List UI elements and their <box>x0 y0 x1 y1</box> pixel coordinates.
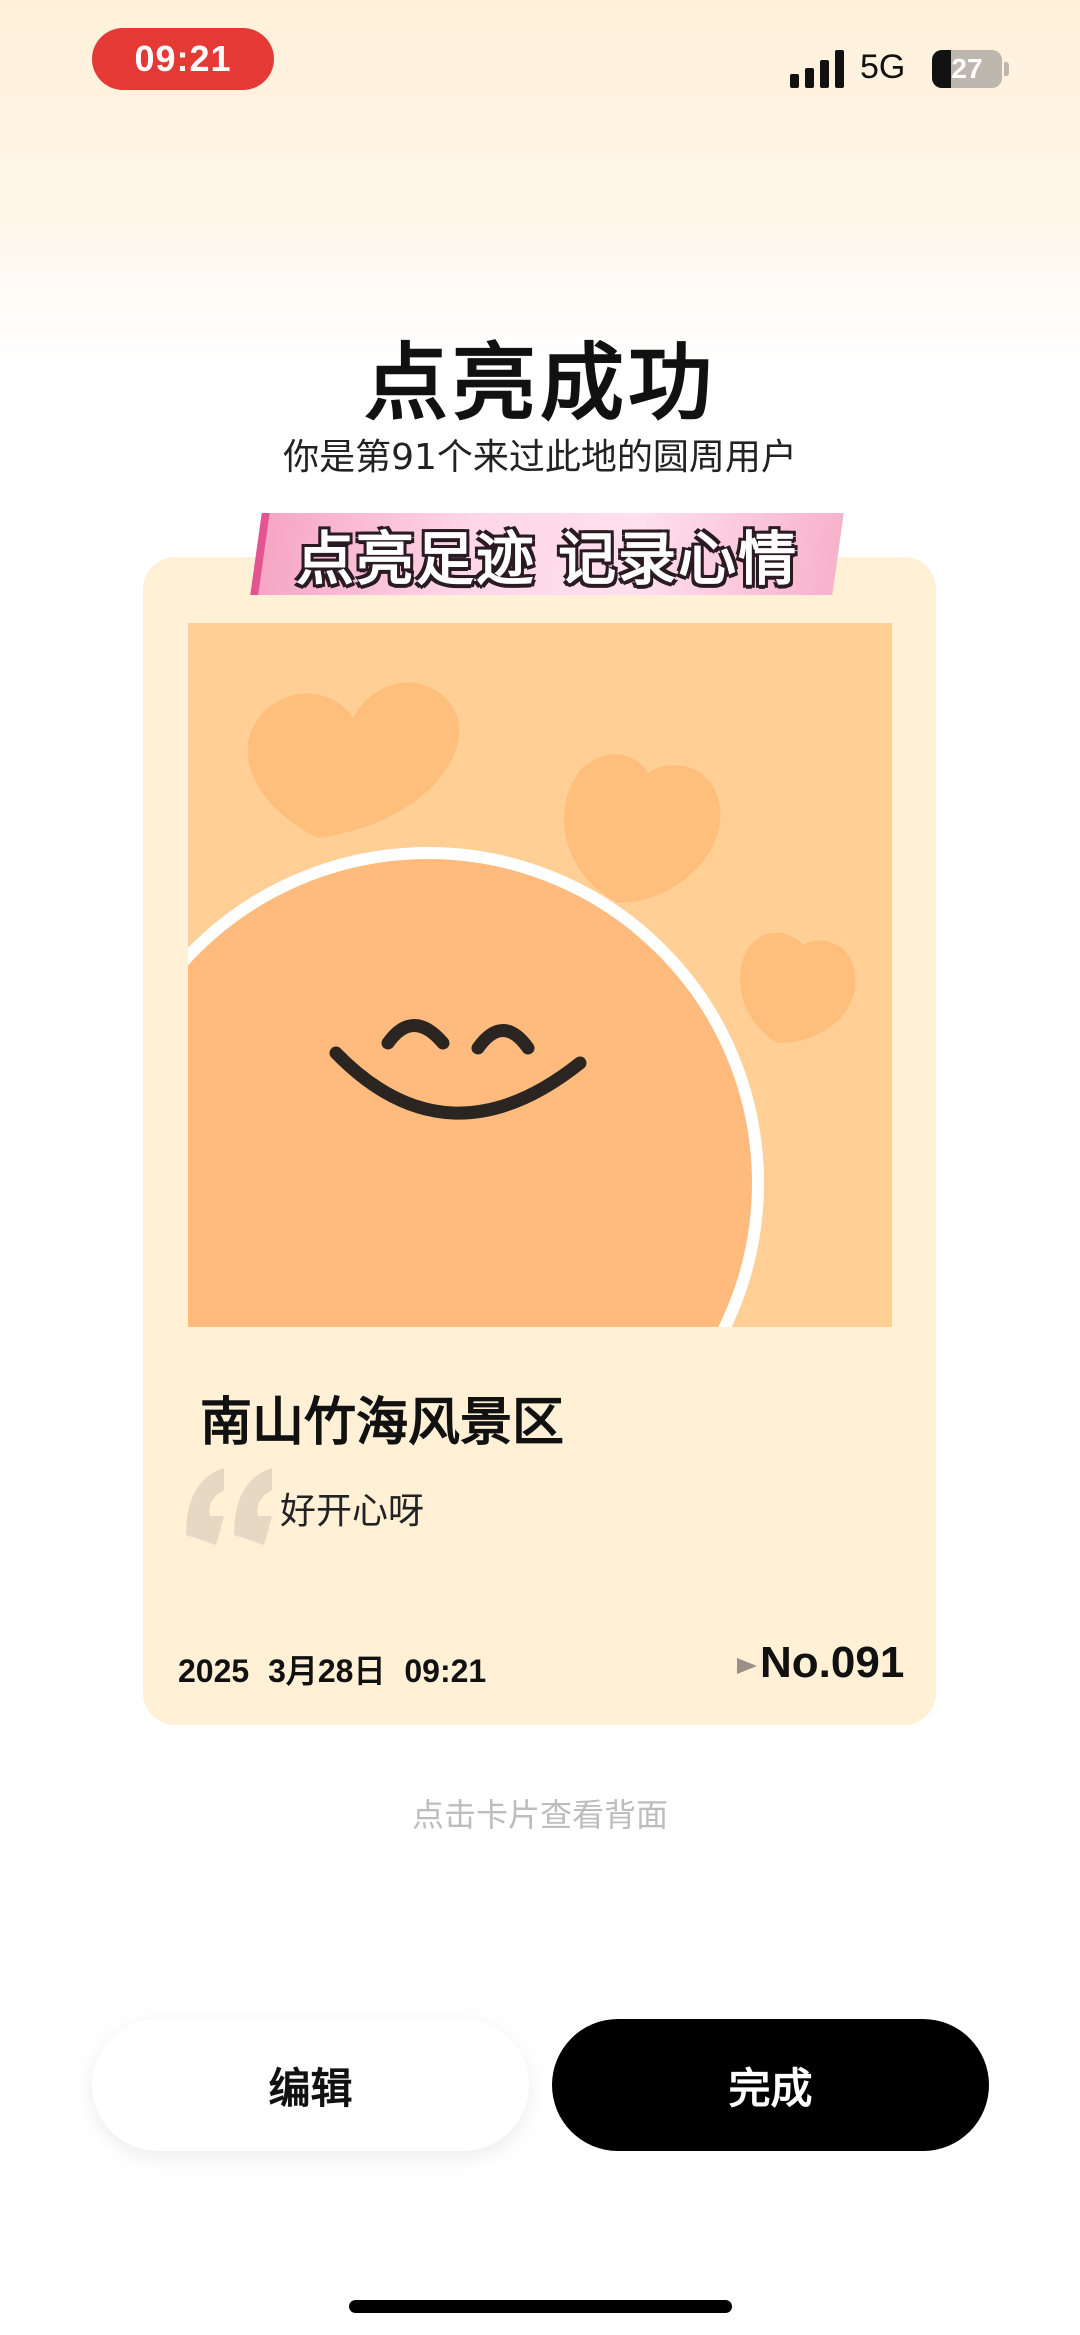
edit-button[interactable]: 编辑 <box>92 2019 529 2151</box>
place-name: 南山竹海风景区 <box>200 1393 565 1453</box>
status-bar: 09:21 5G 27 <box>0 0 1080 120</box>
page-subtitle: 你是第91个来过此地的圆周用户 <box>283 437 797 478</box>
battery-tip <box>1004 62 1009 76</box>
arrow-right-icon <box>737 1658 757 1674</box>
smiley-illustration <box>188 623 892 1327</box>
flip-hint[interactable]: 点击卡片查看背面 <box>0 1790 1080 1836</box>
done-button[interactable]: 完成 <box>552 2019 989 2151</box>
card-banner-text: 点亮足迹 记录心情 <box>295 525 799 593</box>
card-photo <box>188 623 892 1327</box>
status-time: 09:21 <box>92 28 274 90</box>
quote-icon <box>186 1468 272 1545</box>
visit-number: No.091 <box>760 1638 905 1687</box>
mood-text: 好开心呀 <box>280 1491 425 1532</box>
visit-date: 2025 3月28日 09:21 <box>178 1653 487 1689</box>
signal-icon <box>790 50 844 88</box>
battery-icon: 27 <box>932 50 1002 88</box>
network-label: 5G <box>860 48 906 86</box>
page-title: 点亮成功 <box>363 334 716 432</box>
home-indicator[interactable] <box>349 2300 732 2313</box>
battery-level: 27 <box>951 53 983 84</box>
